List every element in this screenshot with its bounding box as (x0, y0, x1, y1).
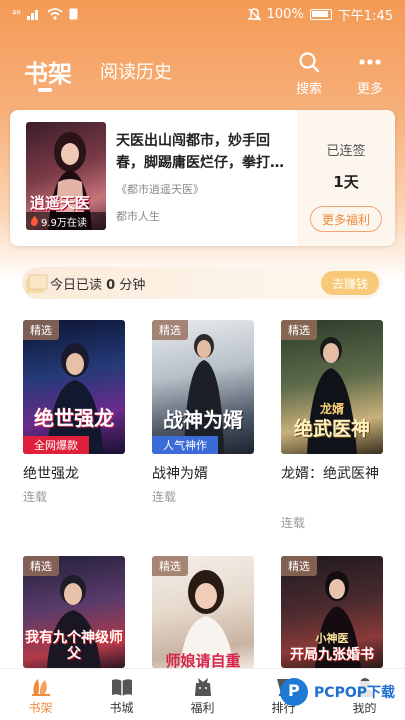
cover-title: 绝武医神 (293, 418, 370, 440)
book-title[interactable]: 绝世强龙 (23, 462, 131, 486)
featured-reads-count: 9.9万在读 (41, 217, 87, 229)
watermark-text: PCPOP下载 (312, 681, 397, 703)
more-welfare-button[interactable]: 更多福利 (310, 206, 382, 232)
featured-reads-badge: 9.9万在读 (26, 212, 106, 230)
clock: 下午1:45 (337, 8, 393, 24)
cover-figure-art (47, 343, 103, 454)
book-title[interactable]: 龙婿：绝武医神 (281, 462, 389, 486)
book-status: 连载 (152, 490, 177, 504)
daily-reading-bar: 今日已读 0 分钟 去赚钱 (22, 267, 382, 299)
sim-icon (69, 8, 78, 20)
selected-badge: 精选 (281, 556, 317, 576)
more-button[interactable]: 更多 (350, 50, 390, 97)
cover-title: 我有九个神级师父 (25, 630, 123, 662)
reading-time-suffix: 分钟 (119, 278, 146, 293)
bottom-tab-bookstore[interactable]: 书城 (81, 669, 162, 720)
sign-in-days: 1天 (333, 173, 359, 191)
featured-category: 都市人生 (116, 210, 160, 223)
bottom-tab-label: 书城 (109, 701, 134, 715)
bottom-tab-welfare[interactable]: 福利 (162, 669, 243, 720)
cover-title: 开局九张婚书 (290, 647, 374, 663)
book-cover[interactable]: 精选 小神医 开局九张婚书 (281, 556, 383, 668)
book-title[interactable]: 战神为婿 (152, 462, 260, 486)
bottom-tab-bookshelf[interactable]: 书架 (0, 669, 81, 720)
status-bar: ⁴⁶ 100% 下午1:45 (0, 0, 405, 28)
cover-tag: 人气神作 (152, 436, 218, 454)
featured-cover-title: 逍遥天医 (30, 194, 91, 212)
sign-in-panel: 已连签 1天 更多福利 (297, 110, 395, 246)
wifi-icon (47, 8, 63, 20)
battery-percent: 100% (266, 6, 304, 22)
cover-title: 师娘请自重 (165, 652, 241, 668)
book-cover[interactable]: 精选 龙婿 绝武医神 (281, 320, 383, 454)
featured-book-name[interactable]: 《都市逍遥天医》 (116, 181, 204, 197)
search-icon (299, 52, 320, 73)
open-book-icon (111, 679, 132, 696)
featured-cover[interactable]: 逍遥天医 9.9万在读 (26, 122, 106, 230)
cellular-icon (26, 9, 38, 20)
book-cover[interactable]: 精选 我有九个神级师父 (23, 556, 125, 668)
search-button[interactable]: 搜索 (289, 50, 329, 97)
more-label: 更多 (356, 82, 383, 97)
book-status: 连载 (281, 516, 306, 530)
bottom-tab-label: 福利 (190, 701, 215, 715)
more-icon (359, 59, 381, 65)
cover-title: 战神为婿 (163, 408, 243, 432)
reading-time-text: 今日已读 0 分钟 (50, 274, 145, 293)
tab-bookshelf[interactable]: 书架 (24, 54, 72, 89)
book-cover[interactable]: 精选 师娘请自重 (152, 556, 254, 668)
top-navigation: 书架 阅读历史 搜索 更多 (0, 44, 405, 100)
tab-reading-history[interactable]: 阅读历史 (100, 58, 172, 84)
search-label: 搜索 (295, 82, 322, 97)
earn-money-button[interactable]: 去赚钱 (321, 271, 379, 295)
book-stack-icon (26, 274, 48, 293)
watermark-logo-icon (280, 678, 309, 706)
fire-icon (31, 216, 38, 226)
sign-in-label: 已连签 (326, 144, 366, 159)
bottom-tab-label: 书架 (28, 701, 53, 715)
cover-title: 绝世强龙 (34, 406, 114, 430)
selected-badge: 精选 (152, 320, 188, 340)
reading-time-prefix: 今日已读 (50, 278, 103, 293)
cover-figure-art (184, 334, 224, 454)
book-status: 连载 (23, 490, 48, 504)
bookshelf-icon (31, 679, 50, 696)
featured-book-card[interactable]: 逍遥天医 9.9万在读 天医出山闯都市，妙手回春，脚踢庸医烂仔，拳打… 《都市逍… (10, 110, 395, 246)
selected-badge: 精选 (23, 320, 59, 340)
reading-minutes: 0 (106, 278, 116, 293)
book-cover[interactable]: 精选 战神为婿 人气神作 (152, 320, 254, 454)
featured-description: 天医出山闯都市，妙手回春，脚踢庸医烂仔，拳打… (116, 133, 284, 171)
selected-badge: 精选 (23, 556, 59, 576)
site-watermark: PCPOP下载 (280, 678, 397, 706)
selected-badge: 精选 (152, 556, 188, 576)
gift-bag-icon (194, 678, 211, 696)
signal-icon: ⁴⁶ (12, 7, 21, 21)
cover-tag: 全网爆款 (23, 436, 89, 454)
selected-badge: 精选 (281, 320, 317, 340)
book-cover[interactable]: 精选 绝世强龙 全网爆款 (23, 320, 125, 454)
battery-icon (309, 8, 332, 20)
mute-icon (247, 7, 261, 20)
active-tab-indicator (38, 88, 52, 92)
